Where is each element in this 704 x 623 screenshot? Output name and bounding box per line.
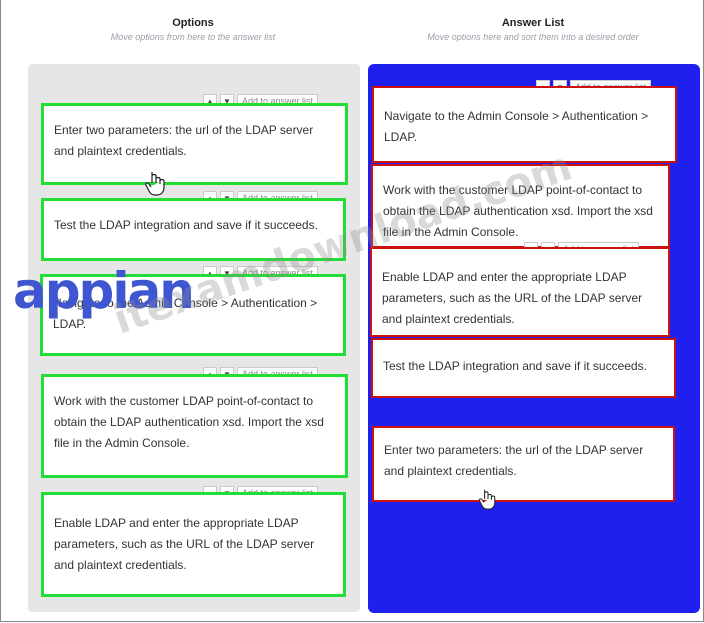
answer-list-subtitle: Move options here and sort them into a d… — [427, 32, 639, 42]
answer-card[interactable]: Test the LDAP integration and save if it… — [371, 338, 676, 398]
answer-text: Enable LDAP and enter the appropriate LD… — [382, 270, 643, 326]
options-subtitle: Move options from here to the answer lis… — [110, 32, 276, 42]
option-text: Work with the customer LDAP point-of-con… — [54, 394, 324, 450]
answer-list-header: Answer List Move options here and sort t… — [368, 17, 698, 42]
answer-text: Test the LDAP integration and save if it… — [383, 359, 647, 373]
answer-card[interactable]: Enter two parameters: the url of the LDA… — [372, 426, 675, 502]
answer-text: Enter two parameters: the url of the LDA… — [384, 443, 644, 478]
answer-text: Navigate to the Admin Console > Authenti… — [384, 109, 649, 144]
hand-cursor-icon — [145, 172, 165, 196]
option-card[interactable]: Enable LDAP and enter the appropriate LD… — [41, 492, 346, 597]
options-header: Options Move options from here to the an… — [28, 17, 358, 42]
option-text: Enter two parameters: the url of the LDA… — [54, 123, 314, 158]
answer-card[interactable]: Navigate to the Admin Console > Authenti… — [372, 86, 677, 163]
answer-card[interactable]: Enable LDAP and enter the appropriate LD… — [370, 247, 670, 337]
option-card[interactable]: Work with the customer LDAP point-of-con… — [41, 374, 348, 478]
hand-cursor-icon — [478, 489, 496, 510]
option-card[interactable]: Enter two parameters: the url of the LDA… — [41, 103, 348, 185]
options-title: Options — [172, 17, 214, 29]
option-text: Enable LDAP and enter the appropriate LD… — [54, 516, 315, 572]
answer-list-title: Answer List — [501, 17, 565, 29]
option-text: Test the LDAP integration and save if it… — [54, 218, 318, 232]
